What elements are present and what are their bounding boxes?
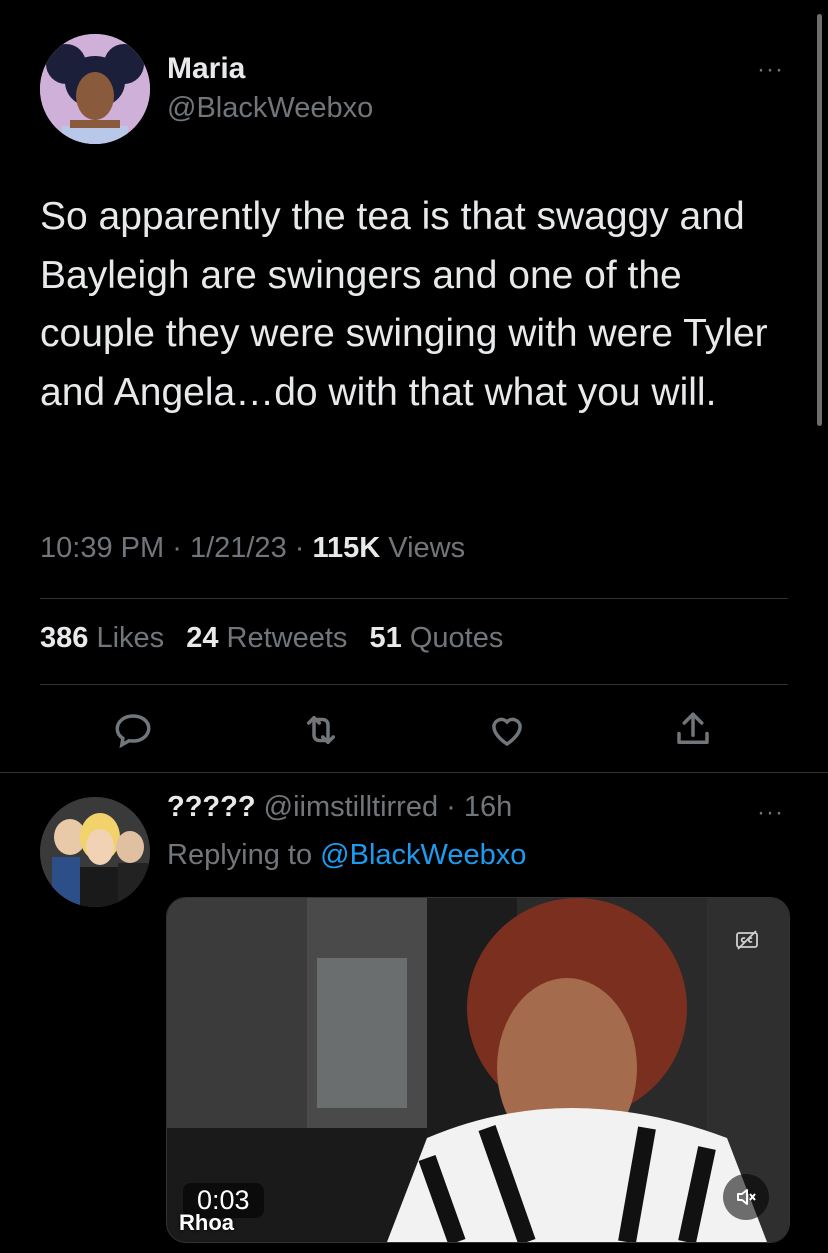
retweets-count: 24	[186, 622, 219, 654]
mute-icon	[737, 1189, 756, 1205]
meta-separator: ·	[172, 532, 182, 564]
quotes-stat[interactable]: 51 Quotes	[370, 622, 504, 654]
author-avatar[interactable]	[40, 34, 150, 144]
author-name[interactable]: Maria	[167, 52, 373, 86]
share-icon	[677, 712, 709, 744]
reply-author-name[interactable]: ?????	[167, 791, 256, 823]
replying-prefix: Replying to	[167, 839, 313, 871]
quotes-count: 51	[369, 622, 402, 654]
replying-handle-link[interactable]: @BlackWeebxo	[320, 839, 526, 871]
reply-tweet[interactable]: ????? @iimstilltirred · 16h ··· Replying…	[0, 773, 828, 1253]
video-caption: Rhoa	[179, 1210, 234, 1235]
reply-icon	[115, 714, 151, 749]
more-options-icon[interactable]: ···	[757, 58, 784, 82]
reply-age[interactable]: 16h	[464, 791, 512, 823]
engagement-stats: 386 Likes 24 Retweets 51 Quotes	[40, 622, 517, 655]
author-block: Maria @BlackWeebxo	[167, 52, 373, 126]
likes-stat[interactable]: 386 Likes	[40, 622, 164, 654]
closed-captions-off-icon[interactable]	[735, 928, 759, 952]
video-player[interactable]: 0:03 Rhoa	[166, 897, 790, 1243]
likes-label: Likes	[96, 622, 165, 654]
tweet-time[interactable]: 10:39 PM	[40, 532, 164, 564]
reply-button[interactable]	[112, 709, 154, 751]
mute-button[interactable]	[723, 1174, 769, 1220]
heart-icon	[492, 717, 522, 747]
reply-header: ????? @iimstilltirred · 16h	[167, 791, 512, 824]
divider	[40, 684, 788, 685]
retweet-icon	[307, 716, 335, 744]
meta-separator: ·	[294, 532, 305, 564]
divider	[40, 598, 788, 599]
replying-to: Replying to @BlackWeebxo	[167, 839, 526, 872]
likes-count: 386	[40, 622, 89, 654]
quotes-label: Quotes	[409, 622, 504, 654]
tweet-meta: 10:39 PM · 1/21/23 · 115K Views	[40, 532, 465, 565]
retweet-button[interactable]	[300, 709, 342, 751]
reply-separator: ·	[446, 791, 456, 823]
like-button[interactable]	[486, 709, 528, 751]
main-tweet: Maria @BlackWeebxo ··· So apparently the…	[0, 0, 828, 773]
author-handle[interactable]: @BlackWeebxo	[167, 90, 373, 126]
reply-avatar[interactable]	[40, 797, 150, 907]
retweets-stat[interactable]: 24 Retweets	[186, 622, 347, 654]
views-count: 115K	[312, 532, 381, 564]
reply-author-handle[interactable]: @iimstilltirred	[264, 791, 438, 823]
reply-more-options-icon[interactable]: ···	[757, 801, 784, 825]
retweets-label: Retweets	[226, 622, 348, 654]
share-button[interactable]	[672, 709, 714, 751]
tweet-date[interactable]: 1/21/23	[190, 532, 287, 564]
views-label: Views	[388, 532, 466, 564]
tweet-text: So apparently the tea is that swaggy and…	[40, 195, 768, 414]
